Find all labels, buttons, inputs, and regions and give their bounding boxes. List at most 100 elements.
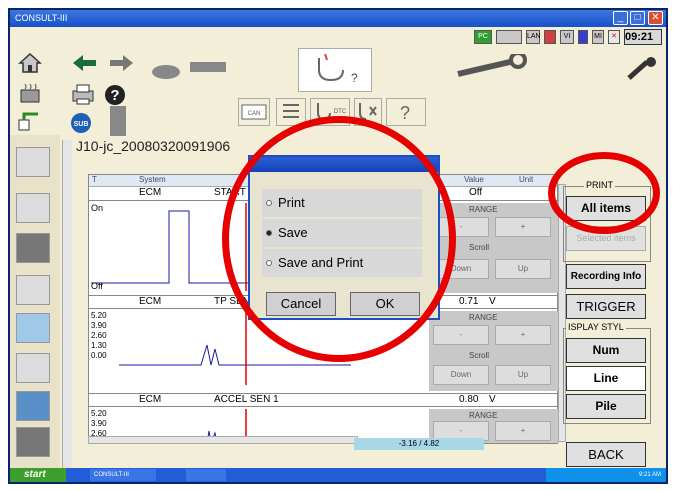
taskbar-app[interactable]: CONSULT-III (90, 469, 156, 481)
forward-arrow-icon[interactable] (106, 50, 136, 76)
ch3-tick: 5.20 (91, 409, 107, 418)
ch1-range-label: RANGE (469, 205, 498, 214)
option-print-label: Print (278, 195, 305, 210)
system-icon[interactable] (16, 80, 44, 106)
back-arrow-icon[interactable] (70, 50, 100, 76)
car-connect-icon[interactable] (148, 52, 230, 84)
grid-hscrollbar[interactable] (88, 436, 358, 444)
ch1-range-plus[interactable]: + (495, 217, 551, 237)
taskbar: start CONSULT-III 9:21 AM (10, 468, 666, 482)
ch2-scroll-down[interactable]: Down (433, 365, 489, 385)
vi-indicator: VI (560, 30, 574, 44)
all-items-button[interactable]: All items (566, 196, 646, 221)
diagnosis-icon[interactable]: ? (298, 48, 372, 92)
mi-indicator: MI (592, 30, 604, 44)
wrench-icon[interactable] (452, 52, 532, 82)
left-scrollbar[interactable] (62, 140, 72, 468)
minimize-button[interactable]: _ (613, 11, 628, 25)
pile-button[interactable]: Pile (566, 394, 646, 419)
start-button[interactable]: start (10, 468, 66, 482)
left-tool-6-icon[interactable] (16, 353, 50, 383)
radio-save[interactable] (266, 230, 272, 236)
bars-icon (578, 30, 588, 44)
tool-settings-icon[interactable] (622, 54, 662, 84)
disconnect-icon: ✕ (608, 30, 620, 44)
ch3-system: ECM (139, 394, 162, 405)
printer-icon[interactable] (68, 80, 98, 108)
svg-text:?: ? (110, 87, 119, 104)
can-icon[interactable]: CAN (238, 98, 270, 126)
ch2-range-minus[interactable]: - (433, 325, 489, 345)
ch1-item: START (214, 187, 246, 198)
taskbar-app-2[interactable] (186, 469, 226, 481)
help-icon[interactable]: ? (102, 82, 128, 108)
svg-text:CAN: CAN (248, 111, 261, 117)
ch2-system: ECM (139, 296, 162, 307)
left-tool-5-icon[interactable] (16, 313, 50, 343)
left-tool-1-icon[interactable] (16, 147, 50, 177)
ch3-item: ACCEL SEN 1 (214, 394, 279, 405)
print-group-title: PRINT (584, 180, 615, 190)
ch3-range-plus[interactable]: + (495, 421, 551, 441)
ch1-scroll-up[interactable]: Up (495, 259, 551, 279)
pc-indicator: PC (474, 30, 492, 44)
cancel-button[interactable]: Cancel (266, 292, 336, 316)
option-save-and-print[interactable]: Save and Print (262, 249, 422, 277)
sub-icon[interactable]: SUB (68, 110, 94, 136)
left-tool-4-icon[interactable] (16, 275, 50, 305)
recording-info-button[interactable]: Recording Info (566, 264, 646, 289)
close-button[interactable]: ✕ (648, 11, 663, 25)
ch2-tick: 3.90 (91, 321, 107, 330)
ch2-range-plus[interactable]: + (495, 325, 551, 345)
left-tool-3-icon[interactable] (16, 233, 50, 263)
cable-icon[interactable] (16, 108, 44, 134)
left-tool-7-icon[interactable] (16, 391, 50, 421)
ch1-scroll-down[interactable]: Down (433, 259, 489, 279)
option-save[interactable]: Save (262, 219, 422, 247)
ch1-value: Off (469, 187, 483, 198)
support-help-icon[interactable]: ? (386, 98, 426, 126)
ch1-scroll-label: Scroll (469, 243, 490, 252)
header-unit: Unit (519, 175, 534, 184)
selected-items-button[interactable]: Selected items (566, 226, 646, 251)
ch3-ticks: 5.20 3.90 2.60 (91, 409, 107, 439)
ch3-value: 0.80 (459, 394, 479, 405)
header-system: System (139, 175, 166, 184)
ch2-scroll-up[interactable]: Up (495, 365, 551, 385)
channel-3-label-row[interactable]: ECM ACCEL SEN 1 0.80 V (89, 393, 557, 407)
data-monitor-icon[interactable] (354, 98, 382, 126)
ch3-range-label: RANGE (469, 411, 498, 420)
radio-print[interactable] (266, 200, 272, 206)
num-button[interactable]: Num (566, 338, 646, 363)
left-tool-2-icon[interactable] (16, 193, 50, 223)
back-button[interactable]: BACK (566, 442, 646, 467)
ch1-range-minus[interactable]: - (433, 217, 489, 237)
ch1-on-label: On (91, 203, 104, 213)
svg-text:DTC: DTC (334, 109, 347, 115)
cursor-readout: -3.16 / 4.82 (354, 438, 484, 450)
radio-save-and-print[interactable] (266, 260, 272, 266)
maximize-button[interactable]: □ (630, 11, 645, 25)
left-tool-8-icon[interactable] (16, 427, 50, 457)
ch2-tick: 0.00 (91, 351, 107, 360)
signal-icon (544, 30, 556, 44)
dtc-icon[interactable]: DTC (310, 98, 350, 126)
tray-time: 9:21 AM (638, 472, 661, 478)
svg-text:SUB: SUB (74, 121, 89, 128)
lan-indicator: LAN (526, 30, 541, 44)
header-value: Value (464, 175, 484, 184)
channel-1-range-panel: RANGE - + Scroll Down Up (429, 203, 559, 293)
option-print[interactable]: Print (262, 189, 422, 217)
channel-2-plot: 5.20 3.90 2.60 1.30 0.00 (91, 311, 351, 385)
trigger-button[interactable]: TRIGGER (566, 294, 646, 319)
home-icon[interactable] (16, 50, 44, 76)
svg-text:?: ? (351, 71, 358, 85)
clock: 09:21 (624, 29, 662, 45)
ch2-value: 0.71 (459, 296, 479, 307)
list-icon[interactable] (276, 98, 306, 126)
ch3-tick: 3.90 (91, 419, 107, 428)
ok-button[interactable]: OK (350, 292, 420, 316)
line-button[interactable]: Line (566, 366, 646, 391)
display-style-title: ISPLAY STYL (566, 322, 626, 332)
svg-text:?: ? (400, 103, 410, 123)
